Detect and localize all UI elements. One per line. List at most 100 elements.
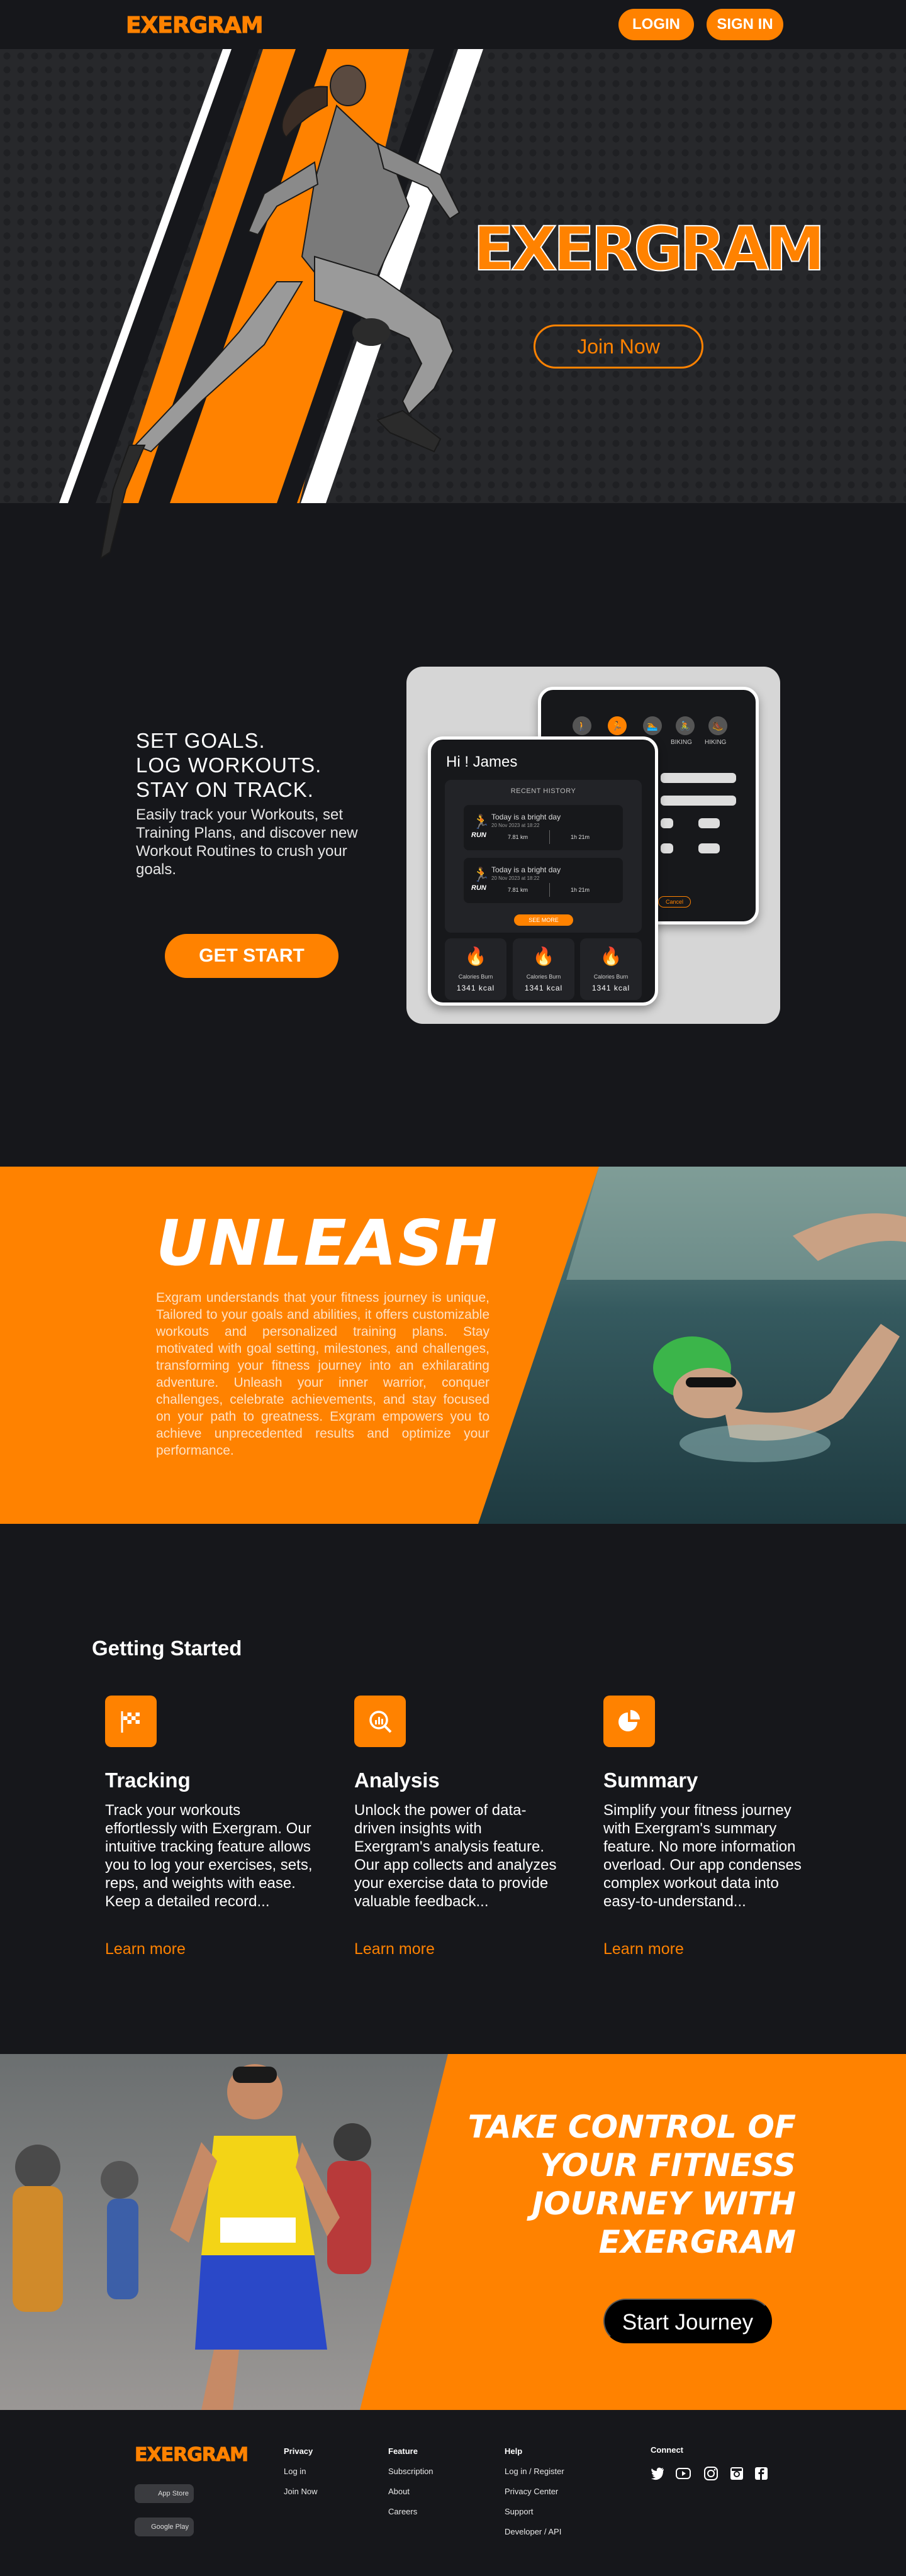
history-item[interactable]: 🏃 RUN Today is a bright day 20 Nov 2023 … bbox=[464, 805, 623, 850]
history-item[interactable]: 🏃 RUN Today is a bright day 20 Nov 2023 … bbox=[464, 858, 623, 903]
history-type: RUN bbox=[471, 884, 486, 892]
form-field-bar bbox=[661, 843, 673, 853]
goals-line-2: LOG WORKOUTS. bbox=[136, 753, 322, 777]
flame-icon: 🔥 bbox=[532, 947, 555, 966]
unleash-title: UNLEASH bbox=[156, 1206, 499, 1280]
feature-title-summary: Summary bbox=[603, 1768, 698, 1792]
history-title: Today is a bright day bbox=[491, 813, 561, 821]
get-start-button[interactable]: GET START bbox=[165, 934, 338, 978]
calories-value: 1341 kcal bbox=[591, 984, 630, 992]
hero-title-wrap: EXERGRAM bbox=[473, 213, 826, 285]
calories-label: Calories Burn bbox=[458, 974, 493, 980]
learn-more-link-summary[interactable]: Learn more bbox=[603, 1940, 684, 1958]
calories-value: 1341 kcal bbox=[456, 984, 495, 992]
hero-title: EXERGRAM bbox=[473, 213, 826, 285]
unleash-description: Exgram understands that your fitness jou… bbox=[156, 1291, 489, 1458]
recent-history-card: RECENT HISTORY 🏃 RUN Today is a bright d… bbox=[445, 780, 642, 933]
footer-link-subscription[interactable]: Subscription bbox=[388, 2467, 433, 2476]
calories-card: 🔥 Calories Burn 1341 kcal bbox=[513, 938, 574, 1000]
see-more-button[interactable]: SEE MORE bbox=[514, 914, 573, 926]
goals-line-1: SET GOALS. bbox=[136, 729, 266, 752]
feature-body-summary: Simplify your fitness journey with Exerg… bbox=[603, 1802, 802, 1910]
calories-value: 1341 kcal bbox=[524, 984, 563, 992]
instagram-icon[interactable] bbox=[703, 2465, 719, 2482]
calories-label: Calories Burn bbox=[526, 974, 561, 980]
swim-icon: 🏊 bbox=[643, 716, 662, 735]
goals-line-3: STAY ON TRACK. bbox=[136, 778, 314, 801]
learn-more-link-analysis[interactable]: Learn more bbox=[354, 1940, 435, 1958]
footer-col-feature-title: Feature bbox=[388, 2446, 418, 2456]
history-title: Today is a bright day bbox=[491, 865, 561, 874]
footer-col-privacy-title: Privacy bbox=[284, 2446, 313, 2456]
footer-logo[interactable]: EXERGRAM bbox=[134, 2444, 249, 2467]
signin-button[interactable]: SIGN IN bbox=[707, 9, 783, 40]
footer-col-help-title: Help bbox=[505, 2446, 523, 2456]
footer-link-login-register[interactable]: Log in / Register bbox=[505, 2467, 564, 2476]
runner-icon: 🏃 bbox=[473, 814, 490, 830]
app-store-button[interactable]: App Store bbox=[135, 2484, 194, 2503]
run-icon: 🏃 bbox=[608, 716, 627, 735]
feature-title-tracking: Tracking bbox=[105, 1768, 191, 1792]
flame-icon: 🔥 bbox=[600, 947, 622, 966]
goals-heading: SET GOALS. LOG WORKOUTS. STAY ON TRACK. bbox=[136, 728, 322, 802]
form-field-bar bbox=[661, 818, 673, 828]
history-duration: 1h 21m bbox=[571, 834, 590, 840]
join-now-button[interactable]: Join Now bbox=[534, 325, 703, 369]
calories-card: 🔥 Calories Burn 1341 kcal bbox=[445, 938, 506, 1000]
take-control-line-1: TAKE CONTROL OF bbox=[467, 2109, 796, 2145]
take-control-line-3: JOURNEY WITH bbox=[532, 2185, 796, 2222]
magnifier-chart-icon bbox=[354, 1696, 406, 1747]
instagram-alt-icon[interactable] bbox=[729, 2465, 745, 2482]
activity-label-biking: BIKING bbox=[671, 739, 692, 746]
history-date: 20 Nov 2023 at 18:22 bbox=[491, 875, 540, 881]
history-type: RUN bbox=[471, 831, 486, 839]
activity-label-hiking: HIKING bbox=[705, 739, 727, 746]
learn-more-link-tracking[interactable]: Learn more bbox=[105, 1940, 186, 1958]
walk-icon: 🚶 bbox=[573, 716, 591, 735]
history-distance: 7.81 km bbox=[508, 834, 528, 840]
feature-body-analysis: Unlock the power of data-driven insights… bbox=[354, 1802, 557, 1910]
top-navbar: EXERGRAM LOGIN SIGN IN bbox=[0, 0, 906, 49]
calories-label: Calories Burn bbox=[593, 974, 629, 980]
take-control-line-4: EXERGRAM bbox=[598, 2224, 796, 2260]
flame-icon: 🔥 bbox=[464, 947, 487, 966]
brand-logo[interactable]: EXERGRAM bbox=[126, 13, 264, 39]
greeting: Hi ! James bbox=[446, 753, 518, 770]
history-divider bbox=[549, 883, 550, 897]
form-field-bar bbox=[698, 818, 720, 828]
bike-icon: 🚴 bbox=[676, 716, 695, 735]
calories-card: 🔥 Calories Burn 1341 kcal bbox=[580, 938, 642, 1000]
form-field-bar bbox=[698, 843, 720, 853]
google-play-button[interactable]: Google Play bbox=[135, 2518, 194, 2536]
footer-link-developer-api[interactable]: Developer / API bbox=[505, 2527, 561, 2536]
footer-connect-title: Connect bbox=[651, 2445, 683, 2455]
history-distance: 7.81 km bbox=[508, 887, 528, 893]
footer-link-careers[interactable]: Careers bbox=[388, 2507, 417, 2516]
form-field-bar bbox=[661, 773, 736, 783]
facebook-icon[interactable] bbox=[753, 2465, 769, 2482]
footer-link-about[interactable]: About bbox=[388, 2487, 410, 2496]
history-duration: 1h 21m bbox=[571, 887, 590, 893]
twitter-icon[interactable] bbox=[649, 2465, 666, 2482]
login-button[interactable]: LOGIN bbox=[618, 9, 694, 40]
cancel-button[interactable]: Cancel bbox=[658, 896, 691, 908]
getting-started-title: Getting Started bbox=[92, 1636, 242, 1660]
phone-mockup-front: Hi ! James RECENT HISTORY 🏃 RUN Today is… bbox=[428, 736, 658, 1006]
footer-link-privacy-center[interactable]: Privacy Center bbox=[505, 2487, 558, 2496]
footer-link-support[interactable]: Support bbox=[505, 2507, 534, 2516]
feature-body-tracking: Track your workouts effortlessly with Ex… bbox=[105, 1802, 313, 1910]
take-control-line-2: YOUR FITNESS bbox=[540, 2147, 796, 2184]
pie-chart-icon bbox=[603, 1696, 655, 1747]
form-field-bar bbox=[661, 796, 736, 806]
footer-link-login[interactable]: Log in bbox=[284, 2467, 306, 2476]
start-journey-button[interactable]: Start Journey bbox=[603, 2299, 772, 2343]
hike-icon: 🥾 bbox=[708, 716, 727, 735]
goals-description: Easily track your Workouts, set Training… bbox=[136, 806, 358, 878]
history-divider bbox=[549, 830, 550, 844]
checkered-flag-icon bbox=[105, 1696, 157, 1747]
feature-title-analysis: Analysis bbox=[354, 1768, 440, 1792]
history-date: 20 Nov 2023 at 18:22 bbox=[491, 823, 540, 828]
footer-link-join-now[interactable]: Join Now bbox=[284, 2487, 317, 2496]
youtube-icon[interactable] bbox=[675, 2465, 691, 2482]
runner-icon: 🏃 bbox=[473, 867, 490, 882]
